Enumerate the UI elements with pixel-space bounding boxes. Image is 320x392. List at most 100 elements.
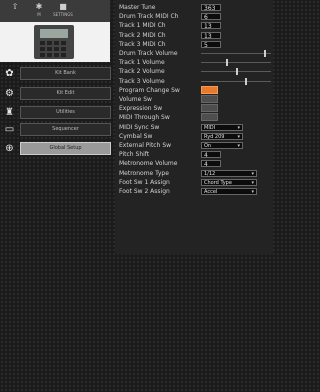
slider-track[interactable]	[201, 62, 271, 64]
device-pad	[54, 53, 59, 57]
setting-label: Track 2 MIDI Ch	[119, 31, 166, 39]
top-toolbar: ⇧ ✱ M ■ SETTINGS	[0, 0, 110, 23]
slider-thumb[interactable]	[226, 59, 229, 67]
number-field[interactable]: 363	[201, 4, 221, 12]
number-field[interactable]: 4	[201, 151, 221, 159]
sidebar-button[interactable]: Global Setup	[20, 142, 111, 155]
setting-label: MIDI Through Sw	[119, 114, 170, 122]
slider-track[interactable]	[201, 53, 271, 54]
dropdown-value: On	[204, 143, 212, 149]
sidebar-item-4[interactable]: ▭ Sequencer	[0, 120, 111, 139]
setting-row: Track 2 Volume	[115, 67, 273, 76]
drum-edit-icon: ⚙	[5, 88, 14, 99]
setting-label: Track 3 Volume	[119, 77, 165, 85]
sidebar-button[interactable]: Kit Edit	[20, 87, 111, 100]
dropdown-select[interactable]: Chord Type ▾	[201, 178, 257, 186]
setting-label: Master Tune	[119, 4, 156, 11]
chevron-down-icon: ▾	[237, 133, 240, 140]
settings-icon: ■	[59, 2, 67, 11]
dropdown-select[interactable]: MIDI ▾	[201, 123, 243, 131]
setting-label: External Pitch Sw	[119, 142, 172, 149]
setting-row: Cymbal Sw Ryd 209 ▾	[115, 132, 273, 141]
toolbar-button-label: SETTINGS	[53, 12, 73, 17]
chevron-down-icon: ▾	[251, 189, 254, 195]
dropdown-select[interactable]: On ▾	[201, 142, 243, 149]
drum-kit-icon: ✿	[5, 68, 14, 79]
device-pad	[47, 53, 52, 57]
setting-label: Foot Sw 2 Assign	[119, 188, 170, 195]
setting-label: Expression Sw	[119, 105, 163, 113]
device-pad	[40, 47, 45, 51]
device-pad	[47, 41, 52, 45]
setting-row: Track 3 MIDI Ch 5	[115, 40, 273, 49]
dropdown-value: Accel	[204, 189, 218, 195]
number-field[interactable]: 13	[201, 31, 221, 40]
toggle-switch[interactable]	[201, 85, 218, 94]
sidebar-item-2[interactable]: ⚙ Kit Edit	[0, 84, 111, 103]
chevron-down-icon: ▾	[237, 124, 240, 131]
device-preview	[0, 22, 110, 62]
toggle-switch[interactable]	[201, 113, 218, 122]
setting-label: Track 1 MIDI Ch	[119, 22, 166, 30]
utilities-icon: ♜	[5, 107, 14, 118]
chevron-down-icon: ▾	[251, 179, 254, 186]
setting-row: Program Change Sw	[115, 85, 273, 95]
globe-icon: ⊕	[5, 143, 14, 154]
device-pad	[40, 53, 45, 57]
device-pad	[61, 47, 66, 51]
number-field[interactable]: 4	[201, 160, 221, 168]
number-field[interactable]: 5	[201, 40, 221, 49]
chevron-down-icon: ▾	[237, 143, 240, 149]
sidebar-button[interactable]: Utilities	[20, 106, 111, 119]
setting-row: Pitch Shift 4	[115, 150, 273, 159]
sequencer-icon: ▭	[4, 124, 15, 135]
setting-label: Pitch Shift	[119, 151, 150, 159]
dropdown-value: MIDI	[204, 124, 216, 131]
number-field[interactable]: 6	[201, 13, 221, 21]
setting-row: MIDI Through Sw	[115, 113, 273, 122]
setting-row: Track 1 Volume	[115, 58, 273, 67]
setting-row: Foot Sw 2 Assign Accel ▾	[115, 187, 273, 196]
device-pad	[47, 47, 52, 51]
setting-row: Metronome Type 1/12 ▾	[115, 169, 273, 178]
number-field[interactable]: 13	[201, 22, 221, 30]
setting-label: Track 3 MIDI Ch	[119, 40, 166, 48]
sidebar-item-1[interactable]: ✿ Kit Bank	[0, 64, 111, 83]
slider-thumb[interactable]	[244, 77, 247, 85]
setting-label: Volume Sw	[119, 96, 152, 103]
sidebar-button[interactable]: Kit Bank	[20, 67, 111, 80]
setting-row: Track 1 MIDI Ch 13	[115, 21, 273, 30]
toggle-switch[interactable]	[201, 95, 218, 103]
drum-machine-image	[34, 25, 74, 59]
chevron-down-icon: ▾	[251, 170, 254, 177]
setting-label: Metronome Type	[119, 169, 169, 177]
setting-row: Metronome Volume 4	[115, 159, 273, 168]
device-pad	[40, 41, 45, 45]
device-pad	[61, 41, 66, 45]
sidebar-button[interactable]: Sequencer	[20, 123, 111, 136]
dropdown-select[interactable]: Accel ▾	[201, 188, 257, 195]
dropdown-value: Ryd 209	[204, 133, 225, 140]
slider-thumb[interactable]	[236, 68, 239, 76]
setting-label: Foot Sw 1 Assign	[119, 178, 170, 186]
global-settings-panel: Master Tune 363 Drum Track MIDI Ch 6 Track 1…	[115, 0, 273, 254]
setting-row: Drum Track MIDI Ch 6	[115, 12, 273, 21]
setting-row: Volume Sw	[115, 95, 273, 104]
setting-row: Expression Sw	[115, 104, 273, 113]
setting-row: Foot Sw 1 Assign Chord Type ▾	[115, 178, 273, 187]
toolbar-button-2[interactable]: ■ SETTINGS	[48, 2, 78, 20]
setting-row: Track 2 MIDI Ch 13	[115, 31, 273, 40]
toggle-switch[interactable]	[201, 104, 218, 113]
setting-row: Drum Track Volume	[115, 49, 273, 58]
setting-row: Track 3 Volume	[115, 77, 273, 86]
dropdown-select[interactable]: 1/12 ▾	[201, 169, 257, 177]
setting-label: Track 1 Volume	[119, 59, 165, 67]
sidebar-item-5[interactable]: ⊕ Global Setup	[0, 139, 111, 158]
device-screen	[40, 29, 68, 38]
dropdown-value: 1/12	[204, 170, 216, 177]
dropdown-select[interactable]: Ryd 209 ▾	[201, 132, 243, 140]
slider-thumb[interactable]	[263, 50, 266, 57]
setting-label: Drum Track MIDI Ch	[119, 13, 179, 21]
setting-label: Track 2 Volume	[119, 68, 165, 76]
slider-track[interactable]	[201, 80, 271, 82]
